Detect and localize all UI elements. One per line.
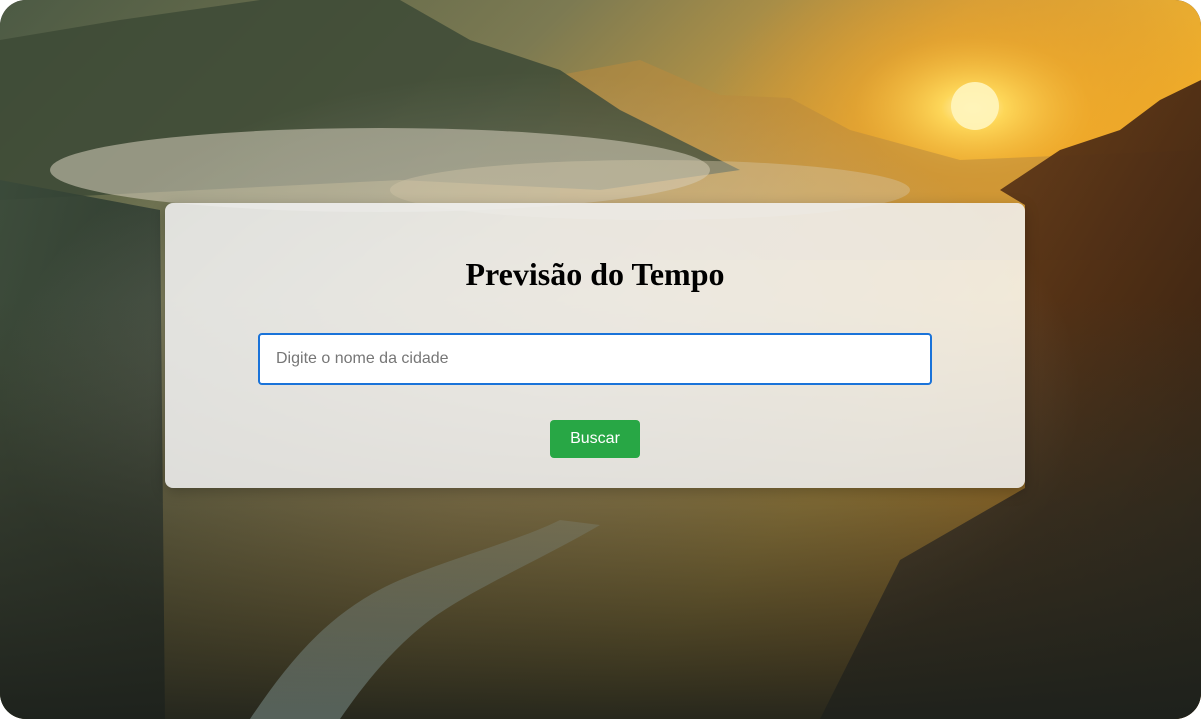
weather-search-card: Previsão do Tempo Buscar [165,203,1025,488]
page-title: Previsão do Tempo [465,256,725,292]
city-search-input[interactable] [258,333,932,385]
app-viewport: Previsão do Tempo Buscar [0,0,1201,719]
search-button[interactable]: Buscar [550,420,640,458]
